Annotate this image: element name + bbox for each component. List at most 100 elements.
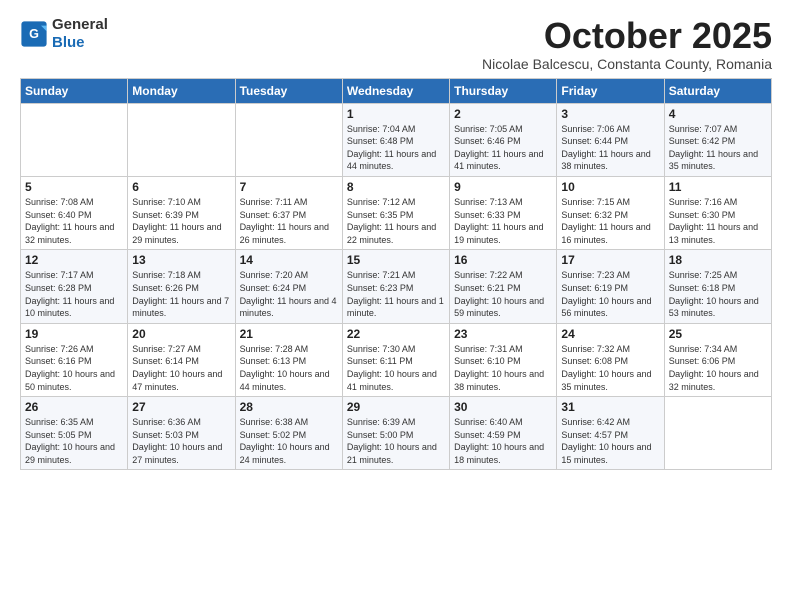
day-info: Sunrise: 7:20 AM Sunset: 6:24 PM Dayligh… <box>240 270 337 318</box>
day-number: 12 <box>25 253 123 267</box>
subtitle: Nicolae Balcescu, Constanta County, Roma… <box>482 56 772 72</box>
day-info: Sunrise: 7:26 AM Sunset: 6:16 PM Dayligh… <box>25 344 115 392</box>
day-info: Sunrise: 7:23 AM Sunset: 6:19 PM Dayligh… <box>561 270 651 318</box>
header: G General Blue October 2025 Nicolae Balc… <box>20 16 772 72</box>
day-number: 5 <box>25 180 123 194</box>
day-cell: 22Sunrise: 7:30 AM Sunset: 6:11 PM Dayli… <box>342 323 449 396</box>
day-cell: 18 Sunrise: 7:25 AM Sunset: 6:18 PM Dayli… <box>664 250 771 323</box>
day-info: Sunrise: 7:21 AM Sunset: 6:23 PM Dayligh… <box>347 270 444 318</box>
day-number: 8 <box>347 180 445 194</box>
day-cell: 19 Sunrise: 7:26 AM Sunset: 6:16 PM Dayli… <box>21 323 128 396</box>
day-cell: 26 Sunrise: 6:35 AM Sunset: 5:05 PM Dayli… <box>21 397 128 470</box>
day-cell: 4 Sunrise: 7:07 AM Sunset: 6:42 PM Daylig… <box>664 103 771 176</box>
day-number: 31 <box>561 400 659 414</box>
day-cell: 5 Sunrise: 7:08 AM Sunset: 6:40 PM Daylig… <box>21 176 128 249</box>
day-cell: 24 Sunrise: 7:32 AM Sunset: 6:08 PM Dayli… <box>557 323 664 396</box>
day-info: Sunrise: 7:27 AM Sunset: 6:14 PM Dayligh… <box>132 344 222 392</box>
day-number: 21 <box>240 327 338 341</box>
day-cell: 3 Sunrise: 7:06 AM Sunset: 6:44 PM Daylig… <box>557 103 664 176</box>
day-info: Sunrise: 7:30 AM Sunset: 6:11 PM Dayligh… <box>347 344 437 392</box>
day-number: 2 <box>454 107 552 121</box>
day-info: Sunrise: 7:08 AM Sunset: 6:40 PM Dayligh… <box>25 197 114 245</box>
day-cell: 20 Sunrise: 7:27 AM Sunset: 6:14 PM Dayli… <box>128 323 235 396</box>
col-header-friday: Friday <box>557 78 664 103</box>
month-title: October 2025 <box>482 16 772 56</box>
logo-blue-text: Blue <box>52 34 85 51</box>
day-info: Sunrise: 6:42 AM Sunset: 4:57 PM Dayligh… <box>561 417 651 465</box>
day-info: Sunrise: 7:18 AM Sunset: 6:26 PM Dayligh… <box>132 270 229 318</box>
day-info: Sunrise: 6:35 AM Sunset: 5:05 PM Dayligh… <box>25 417 115 465</box>
week-row-3: 12 Sunrise: 7:17 AM Sunset: 6:28 PM Dayli… <box>21 250 772 323</box>
day-number: 7 <box>240 180 338 194</box>
day-info: Sunrise: 7:13 AM Sunset: 6:33 PM Dayligh… <box>454 197 543 245</box>
day-cell: 17 Sunrise: 7:23 AM Sunset: 6:19 PM Dayli… <box>557 250 664 323</box>
day-number: 19 <box>25 327 123 341</box>
day-number: 15 <box>347 253 445 267</box>
day-cell: 13 Sunrise: 7:18 AM Sunset: 6:26 PM Dayli… <box>128 250 235 323</box>
day-info: Sunrise: 6:39 AM Sunset: 5:00 PM Dayligh… <box>347 417 437 465</box>
day-cell: 28Sunrise: 6:38 AM Sunset: 5:02 PM Dayli… <box>235 397 342 470</box>
col-header-sunday: Sunday <box>21 78 128 103</box>
day-info: Sunrise: 7:34 AM Sunset: 6:06 PM Dayligh… <box>669 344 759 392</box>
day-number: 3 <box>561 107 659 121</box>
day-info: Sunrise: 7:31 AM Sunset: 6:10 PM Dayligh… <box>454 344 544 392</box>
day-number: 20 <box>132 327 230 341</box>
day-cell: 27 Sunrise: 6:36 AM Sunset: 5:03 PM Dayli… <box>128 397 235 470</box>
day-number: 4 <box>669 107 767 121</box>
day-number: 11 <box>669 180 767 194</box>
page: G General Blue October 2025 Nicolae Balc… <box>0 0 792 480</box>
day-cell <box>664 397 771 470</box>
logo: G General Blue <box>20 16 108 52</box>
day-info: Sunrise: 6:36 AM Sunset: 5:03 PM Dayligh… <box>132 417 222 465</box>
day-cell: 1Sunrise: 7:04 AM Sunset: 6:48 PM Daylig… <box>342 103 449 176</box>
day-cell: 12 Sunrise: 7:17 AM Sunset: 6:28 PM Dayli… <box>21 250 128 323</box>
svg-text:G: G <box>29 27 39 41</box>
logo-text: General Blue <box>52 16 108 52</box>
day-number: 13 <box>132 253 230 267</box>
day-info: Sunrise: 6:40 AM Sunset: 4:59 PM Dayligh… <box>454 417 544 465</box>
day-info: Sunrise: 7:11 AM Sunset: 6:37 PM Dayligh… <box>240 197 329 245</box>
day-cell <box>235 103 342 176</box>
day-info: Sunrise: 7:22 AM Sunset: 6:21 PM Dayligh… <box>454 270 544 318</box>
col-header-saturday: Saturday <box>664 78 771 103</box>
day-number: 18 <box>669 253 767 267</box>
day-info: Sunrise: 7:17 AM Sunset: 6:28 PM Dayligh… <box>25 270 114 318</box>
day-cell: 25 Sunrise: 7:34 AM Sunset: 6:06 PM Dayli… <box>664 323 771 396</box>
day-cell <box>128 103 235 176</box>
col-header-thursday: Thursday <box>450 78 557 103</box>
day-number: 29 <box>347 400 445 414</box>
day-info: Sunrise: 7:05 AM Sunset: 6:46 PM Dayligh… <box>454 124 543 172</box>
day-number: 6 <box>132 180 230 194</box>
day-number: 30 <box>454 400 552 414</box>
day-number: 9 <box>454 180 552 194</box>
col-header-tuesday: Tuesday <box>235 78 342 103</box>
day-number: 16 <box>454 253 552 267</box>
day-info: Sunrise: 7:07 AM Sunset: 6:42 PM Dayligh… <box>669 124 758 172</box>
day-info: Sunrise: 7:16 AM Sunset: 6:30 PM Dayligh… <box>669 197 758 245</box>
day-info: Sunrise: 7:10 AM Sunset: 6:39 PM Dayligh… <box>132 197 221 245</box>
day-cell: 16 Sunrise: 7:22 AM Sunset: 6:21 PM Dayli… <box>450 250 557 323</box>
logo-general-text: General <box>52 16 108 33</box>
day-info: Sunrise: 7:06 AM Sunset: 6:44 PM Dayligh… <box>561 124 650 172</box>
day-number: 26 <box>25 400 123 414</box>
day-info: Sunrise: 7:04 AM Sunset: 6:48 PM Dayligh… <box>347 124 436 172</box>
day-cell: 31 Sunrise: 6:42 AM Sunset: 4:57 PM Dayli… <box>557 397 664 470</box>
day-cell: 14Sunrise: 7:20 AM Sunset: 6:24 PM Dayli… <box>235 250 342 323</box>
day-info: Sunrise: 7:25 AM Sunset: 6:18 PM Dayligh… <box>669 270 759 318</box>
day-info: Sunrise: 7:32 AM Sunset: 6:08 PM Dayligh… <box>561 344 651 392</box>
day-cell <box>21 103 128 176</box>
col-header-monday: Monday <box>128 78 235 103</box>
day-cell: 7 Sunrise: 7:11 AM Sunset: 6:37 PM Daylig… <box>235 176 342 249</box>
week-row-2: 5 Sunrise: 7:08 AM Sunset: 6:40 PM Daylig… <box>21 176 772 249</box>
day-info: Sunrise: 7:15 AM Sunset: 6:32 PM Dayligh… <box>561 197 650 245</box>
day-number: 17 <box>561 253 659 267</box>
day-number: 25 <box>669 327 767 341</box>
day-cell: 2 Sunrise: 7:05 AM Sunset: 6:46 PM Daylig… <box>450 103 557 176</box>
day-cell: 11 Sunrise: 7:16 AM Sunset: 6:30 PM Dayli… <box>664 176 771 249</box>
day-number: 10 <box>561 180 659 194</box>
day-info: Sunrise: 7:28 AM Sunset: 6:13 PM Dayligh… <box>240 344 330 392</box>
day-number: 24 <box>561 327 659 341</box>
calendar-header-row: SundayMondayTuesdayWednesdayThursdayFrid… <box>21 78 772 103</box>
week-row-5: 26 Sunrise: 6:35 AM Sunset: 5:05 PM Dayli… <box>21 397 772 470</box>
day-number: 27 <box>132 400 230 414</box>
